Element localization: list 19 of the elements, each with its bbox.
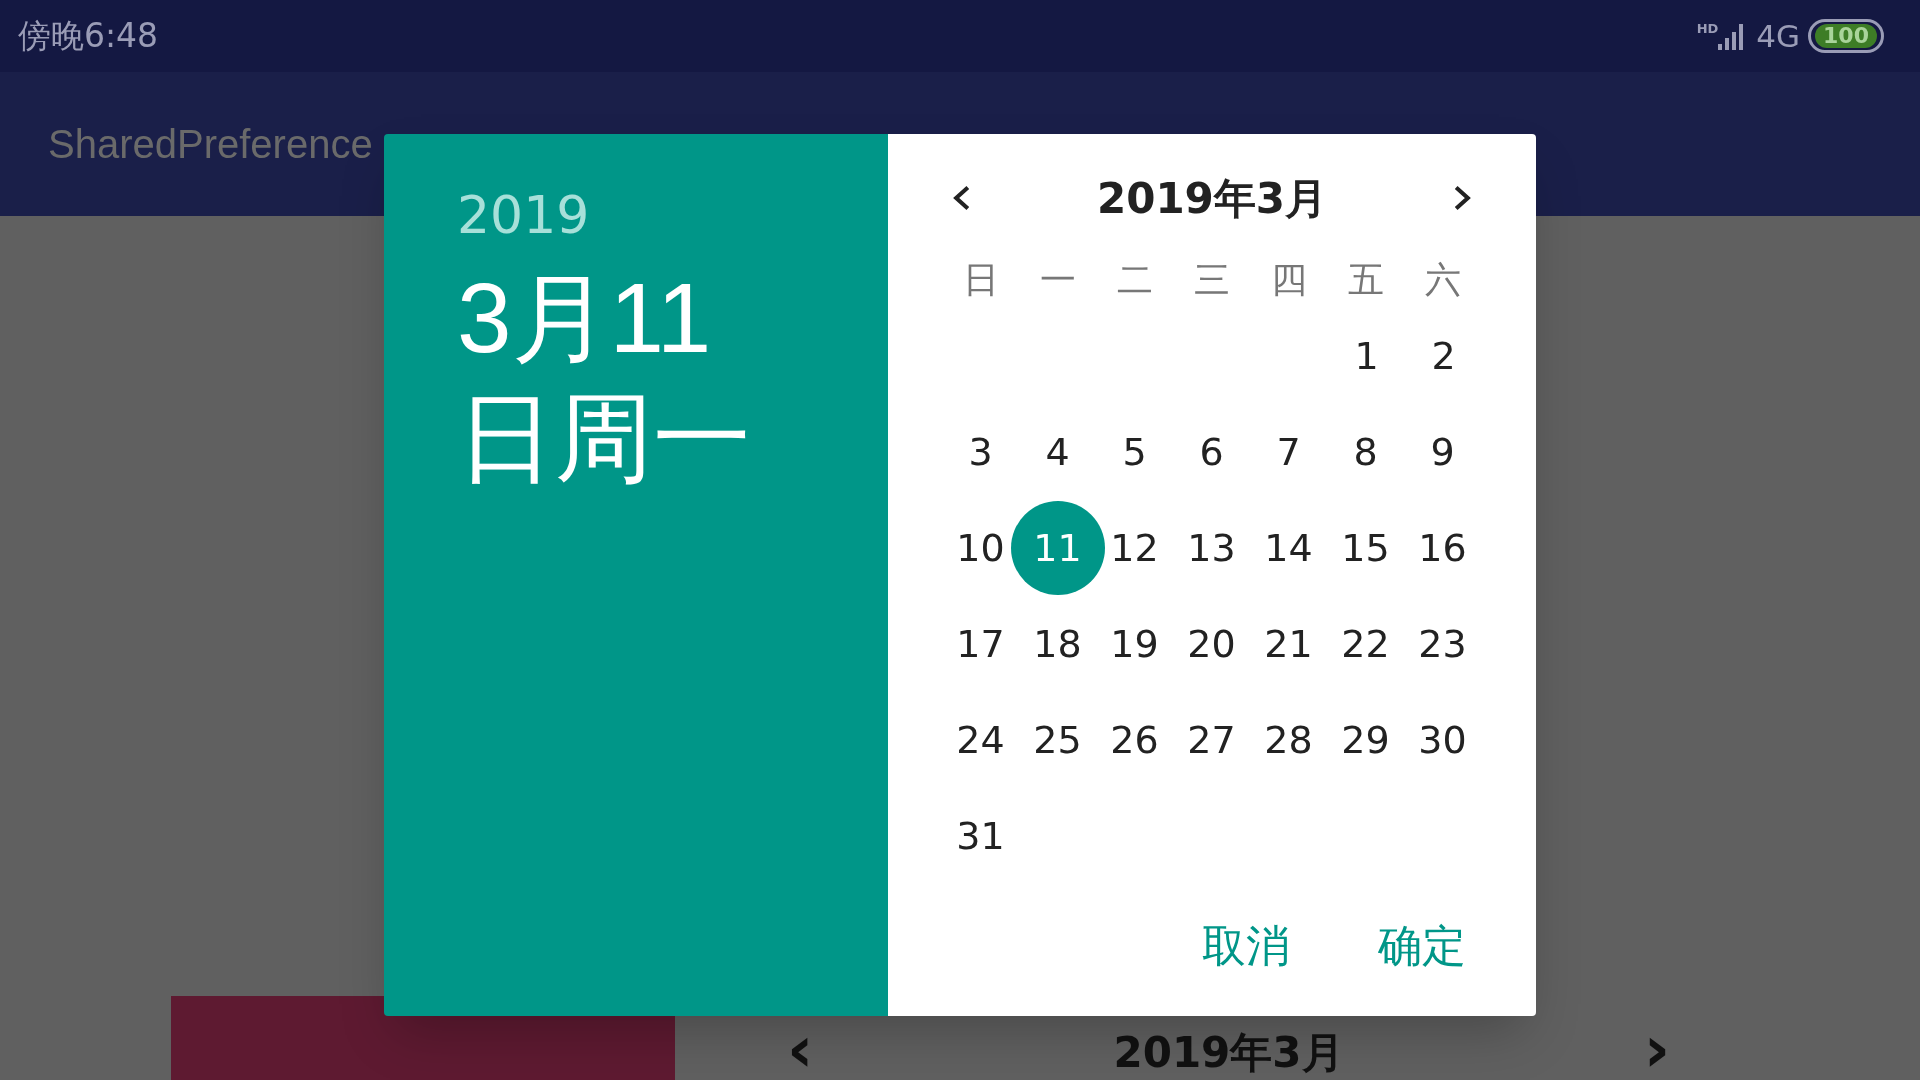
ok-button[interactable]: 确定 — [1366, 907, 1478, 985]
weekday-label: 五 — [1348, 258, 1385, 302]
month-title: 2019年3月 — [1096, 172, 1328, 225]
hd-label: HD — [1696, 22, 1719, 35]
network-type: 4G — [1756, 16, 1801, 56]
month-title: 2019年3月 — [1113, 1028, 1344, 1078]
weekday-label: 三 — [1194, 258, 1230, 302]
weekday-label: 二 — [1116, 258, 1153, 302]
weekday-label: 四 — [1271, 258, 1308, 302]
weekday-label: 一 — [1039, 258, 1076, 302]
weekday-label: 日 — [962, 258, 999, 302]
cancel-button[interactable]: 取消 — [1190, 907, 1302, 985]
selected-date: 3月11日周一 — [457, 262, 752, 495]
status-time: 傍晚6:48 — [18, 15, 159, 58]
app-title: SharedPreference — [48, 121, 373, 168]
weekday-label: 六 — [1425, 258, 1462, 302]
calendar-day[interactable]: 31 — [933, 789, 1028, 883]
battery-indicator: 100 — [1808, 19, 1884, 53]
calendar-day[interactable]: 11 — [1010, 501, 1105, 595]
